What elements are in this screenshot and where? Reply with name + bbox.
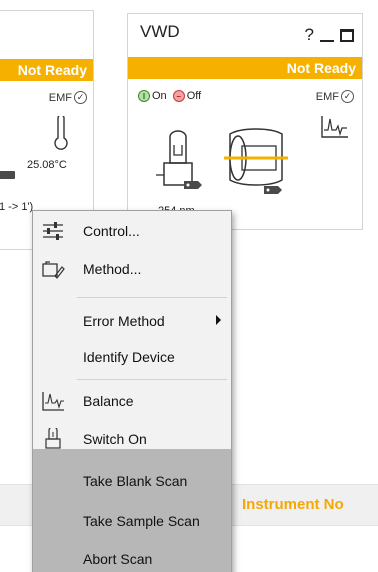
maximize-icon[interactable] (340, 28, 354, 42)
minimize-icon[interactable] (320, 40, 334, 42)
menu-item-take-sample-scan[interactable]: Take Sample Scan (33, 501, 231, 541)
left-module-emf[interactable]: EMF ✓ (49, 91, 87, 104)
menu-item-label: Take Sample Scan (83, 513, 200, 529)
submenu-arrow-icon (216, 315, 221, 325)
menu-item-label: Method... (83, 261, 142, 277)
emf-label: EMF (48, 91, 72, 104)
menu-item-label: Identify Device (83, 349, 175, 365)
instrument-status-label: Instrument No (242, 496, 344, 513)
power-on-icon: I (138, 90, 150, 102)
vwd-module-card[interactable]: VWD ? Not Ready I On – Off EMF ✓ 254 nm (127, 13, 363, 230)
emf-check-icon: ✓ (74, 91, 87, 104)
on-label: On (152, 90, 167, 102)
menu-item-abort-scan[interactable]: Abort Scan (33, 539, 231, 572)
lamp-icon (45, 428, 61, 449)
lamp-icon (156, 130, 202, 189)
menu-item-switch-on[interactable]: Switch On (33, 419, 231, 459)
left-module-ramp: 1 -> 1') (0, 201, 34, 213)
menu-item-identify-device[interactable]: Identify Device (33, 337, 231, 377)
balance-signal-icon (42, 392, 64, 411)
control-sliders-icon (43, 222, 63, 240)
vwd-status-bar: Not Ready (128, 57, 362, 79)
signal-trace-icon (321, 116, 348, 138)
menu-item-label: Error Method (83, 313, 165, 329)
on-off-indicator[interactable]: I On – Off (138, 90, 201, 102)
left-module-temperature: 25.08°C (27, 159, 67, 171)
menu-item-label: Take Blank Scan (83, 473, 188, 489)
vwd-emf[interactable]: EMF ✓ (316, 90, 354, 103)
vwd-title: VWD (140, 22, 180, 41)
window-controls: ? (305, 25, 354, 45)
off-label: Off (186, 90, 202, 102)
menu-item-method[interactable]: Method... (33, 249, 231, 289)
left-module-status-bar: Not Ready (0, 59, 93, 81)
menu-item-label: Abort Scan (83, 551, 153, 567)
menu-item-error-method[interactable]: Error Method (33, 301, 231, 341)
menu-item-label: Balance (83, 393, 134, 409)
menu-separator (77, 297, 227, 298)
emf-label: EMF (315, 90, 339, 103)
power-off-icon: – (172, 90, 185, 102)
context-menu: Control... Method... Error Method Identi… (32, 210, 232, 572)
thermometer-icon (54, 116, 68, 150)
menu-separator (77, 379, 227, 380)
menu-item-control[interactable]: Control... (33, 211, 231, 251)
flow-cell-icon (224, 128, 288, 194)
menu-item-label: Switch On (83, 431, 147, 447)
menu-item-take-blank-scan[interactable]: Take Blank Scan (33, 461, 231, 501)
emf-check-icon: ✓ (341, 90, 354, 103)
menu-item-label: Control... (83, 223, 140, 239)
help-icon[interactable]: ? (305, 25, 314, 45)
menu-item-balance[interactable]: Balance (33, 381, 231, 421)
tag-icon (0, 171, 15, 179)
method-edit-icon (42, 261, 65, 279)
